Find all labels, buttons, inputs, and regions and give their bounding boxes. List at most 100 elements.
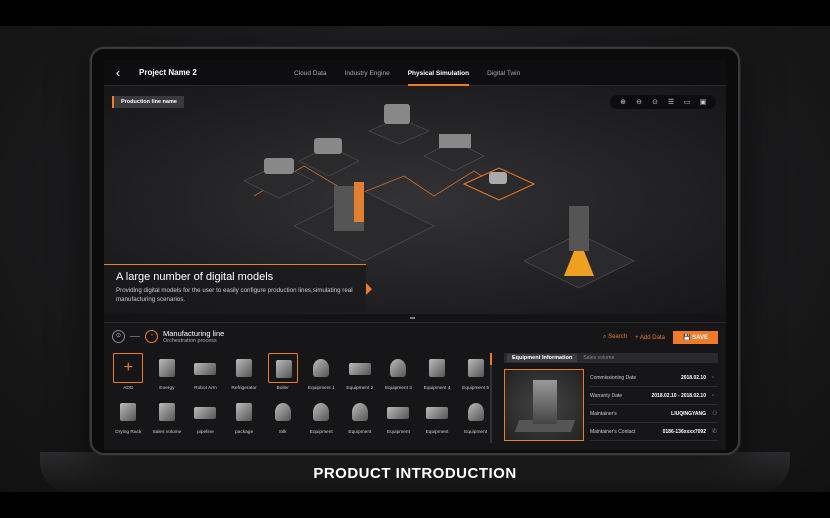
field-value: 2018.02.10 (680, 374, 706, 381)
equipment-preview (504, 369, 584, 441)
tab-sales-volume[interactable]: Sales volume (583, 355, 614, 361)
tab-physical-simulation[interactable]: Physical Simulation (407, 60, 470, 86)
calendar-icon[interactable]: ▫ (712, 393, 718, 399)
connector (130, 336, 140, 337)
tab-cloud-data[interactable]: Cloud Data (294, 60, 327, 86)
tab-equipment-information[interactable]: Equipment Information (507, 354, 578, 362)
panel-subtitle: Orchestration process (163, 338, 217, 344)
header: ‹ Project Name 2 Cloud Data Industry Eng… (104, 60, 726, 86)
model-item[interactable]: Drying Rack (112, 397, 145, 435)
model-item-add[interactable]: + ADD (112, 353, 145, 391)
model-label: Equipment (425, 430, 449, 435)
model-item[interactable]: Equipment 4 (421, 353, 454, 391)
equipment-icon (422, 353, 452, 383)
add-data-button[interactable]: + Add Data (635, 335, 665, 341)
field-key: Warranty Date (590, 392, 623, 399)
field-value: 2018.02.10 - 2018.02.10 (651, 392, 707, 399)
add-data-label: Add Data (639, 334, 665, 341)
manufacturing-line-header: ⊙ ◔ Manufacturing line Orchestration pro… (112, 329, 224, 344)
equipment-icon (345, 397, 375, 427)
zoom-reset-icon[interactable]: ⊙ (651, 98, 659, 106)
zoom-out-icon[interactable]: ⊖ (635, 98, 643, 106)
model-label: Equipment (309, 430, 333, 435)
split-icon[interactable]: ▭ (683, 98, 691, 106)
field-row: Commissioning Date 2018.02.10 ▫ (590, 369, 718, 387)
model-label: Drying Rack (115, 430, 142, 435)
tab-digital-twin[interactable]: Digital Twin (487, 60, 520, 86)
field-value: LIUQINGYANG (671, 410, 706, 417)
model-item[interactable]: pipeline (189, 397, 222, 435)
model-row: + ADD Energy Robot Arm Refrigerator Boile… (112, 353, 492, 391)
model-item[interactable]: Refrigerator (228, 353, 261, 391)
model-item[interactable]: Robot Arm (189, 353, 222, 391)
model-label: Equipment 3 (384, 386, 412, 391)
energy-icon (152, 353, 182, 383)
intro-description: Providing digital models for the user to… (116, 287, 353, 303)
calendar-icon[interactable]: ▫ (712, 375, 718, 381)
model-item[interactable]: Equipment 2 (344, 353, 377, 391)
model-label: Equipment 5 (462, 386, 490, 391)
model-label: Sales volume (152, 430, 182, 435)
model-item[interactable]: Equipment (459, 397, 492, 435)
model-label: Refrigerator (231, 386, 257, 391)
model-library: + ADD Energy Robot Arm Refrigerator Boile… (112, 353, 492, 441)
user-icon[interactable]: ⚇ (712, 410, 718, 417)
model-item[interactable]: Energy (151, 353, 184, 391)
equipment-icon (383, 353, 413, 383)
model-item[interactable]: Equipment (382, 397, 415, 435)
equipment-icon (422, 397, 452, 427)
save-button[interactable]: 💾 SAVE (672, 331, 718, 344)
search-button[interactable]: ⌕ Search (603, 334, 627, 341)
model-label: Robot Arm (194, 386, 217, 391)
chevron-left-icon[interactable]: ‹ (110, 65, 126, 81)
model-item[interactable]: Equipment 5 (459, 353, 492, 391)
model-item[interactable]: Equipment (421, 397, 454, 435)
equipment-icon (306, 397, 336, 427)
model-label: pipeline (197, 430, 214, 435)
model-label: Equipment (464, 430, 488, 435)
model-label: Equipment (386, 430, 410, 435)
equipment-info-panel: Equipment Information Sales volume Commi… (504, 353, 718, 449)
model-item[interactable]: Equipment 3 (382, 353, 415, 391)
equipment-fields: Commissioning Date 2018.02.10 ▫ Warranty D… (590, 369, 718, 441)
zoom-in-icon[interactable]: ⊕ (619, 98, 627, 106)
sales-volume-icon (152, 397, 182, 427)
project-name: Project Name 2 (139, 68, 197, 77)
field-row: Maintainer's Contact 0186-136xxxx7092 ✆ (590, 423, 718, 441)
simulation-viewport[interactable]: Production line name ⊕ ⊖ ⊙ ☰ ▭ ▣ A large… (104, 86, 726, 314)
fullscreen-icon[interactable]: ▣ (699, 98, 707, 106)
model-item[interactable]: Boiler (266, 353, 299, 391)
model-item[interactable]: Silk (266, 397, 299, 435)
equipment-icon (383, 397, 413, 427)
model-item[interactable]: package (228, 397, 261, 435)
equipment-icon (461, 397, 491, 427)
model-label: package (235, 430, 254, 435)
search-label: Search (608, 334, 628, 340)
panel-title: Manufacturing line (163, 329, 225, 338)
robot-arm-icon (190, 353, 220, 383)
intro-title: A large number of digital models (116, 271, 274, 283)
model-item[interactable]: Equipment 1 (305, 353, 338, 391)
intro-overlay: A large number of digital models Providi… (104, 264, 372, 312)
drying-rack-icon (113, 397, 143, 427)
app-screen: ‹ Project Name 2 Cloud Data Industry Eng… (104, 60, 726, 450)
equipment-icon (461, 353, 491, 383)
field-value: 0186-136xxxx7092 (662, 428, 706, 435)
model-label: Boiler (276, 386, 289, 391)
pipeline-icon (190, 397, 220, 427)
model-item[interactable]: Sales volume (151, 397, 184, 435)
resize-handle-icon[interactable]: ═ (410, 315, 415, 322)
model-label: Energy (159, 386, 175, 391)
list-icon[interactable]: ☰ (667, 98, 675, 106)
panel-actions: ⌕ Search + Add Data 💾 SAVE (603, 331, 718, 344)
boiler-icon (267, 353, 298, 383)
production-line-name[interactable]: Production line name (112, 96, 184, 108)
tab-industry-engine[interactable]: Industry Engine (345, 60, 390, 86)
nav-tabs: Cloud Data Industry Engine Physical Simu… (294, 60, 520, 86)
refrigerator-icon (229, 353, 259, 383)
scrollbar[interactable] (490, 353, 492, 443)
model-label: Equipment 2 (346, 386, 374, 391)
phone-icon[interactable]: ✆ (712, 428, 718, 435)
model-item[interactable]: Equipment (344, 397, 377, 435)
model-item[interactable]: Equipment (305, 397, 338, 435)
